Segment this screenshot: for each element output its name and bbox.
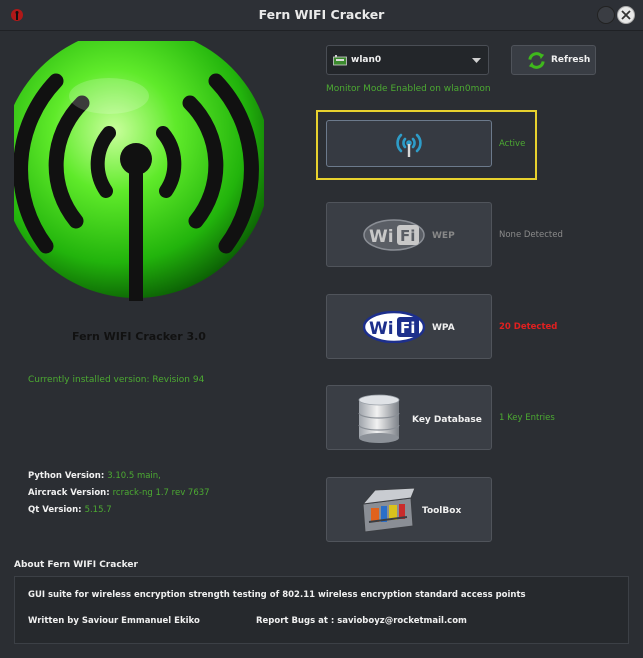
close-icon [621, 10, 631, 20]
about-panel: GUI suite for wireless encryption streng… [14, 576, 629, 644]
minimize-button[interactable] [597, 6, 615, 24]
aircrack-version-row: Aircrack Version: rcrack-ng 1.7 rev 7637 [28, 488, 210, 498]
key-database-button[interactable]: Key Database [326, 385, 492, 450]
refresh-icon [528, 52, 545, 69]
svg-text:Fi: Fi [400, 227, 415, 245]
aircrack-version-label: Aircrack Version: [28, 488, 110, 498]
wifi-logo-icon: Wi Fi [363, 219, 425, 251]
window-title: Fern WIFI Cracker [258, 7, 385, 22]
wpa-button[interactable]: Wi Fi WPA [326, 294, 492, 359]
qt-version-label: Qt Version: [28, 505, 82, 515]
toolbox-icon [361, 487, 416, 533]
about-author: Written by Saviour Emmanuel Ekiko [28, 616, 200, 626]
interface-select[interactable]: wlan0 [326, 45, 489, 75]
toolbox-label: ToolBox [422, 506, 462, 516]
wep-button[interactable]: Wi Fi WEP [326, 202, 492, 267]
database-icon [358, 394, 400, 443]
qt-version-row: Qt Version: 5.15.7 [28, 505, 112, 515]
installed-version: Currently installed version: Revision 94 [28, 375, 205, 385]
wifi-signal-icon [396, 133, 422, 157]
wifi-logo-icon: Wi Fi [363, 311, 425, 343]
chevron-down-icon [472, 58, 481, 63]
network-adapter-icon [333, 55, 347, 66]
svg-text:Wi: Wi [369, 319, 394, 339]
refresh-label: Refresh [551, 55, 591, 65]
fern-logo [14, 41, 264, 301]
wpa-status: 20 Detected [499, 322, 558, 332]
scan-button[interactable] [326, 120, 492, 167]
python-version-value: 3.10.5 main, [107, 471, 161, 481]
interface-selected: wlan0 [351, 55, 382, 65]
qt-version-value: 5.15.7 [84, 505, 112, 515]
refresh-button[interactable]: Refresh [511, 45, 596, 75]
about-heading: About Fern WIFI Cracker [14, 560, 138, 570]
title-bar: Fern WIFI Cracker [0, 0, 643, 31]
svg-text:Wi: Wi [369, 227, 394, 247]
wep-status: None Detected [499, 230, 563, 240]
key-database-status: 1 Key Entries [499, 413, 555, 423]
python-version-row: Python Version: 3.10.5 main, [28, 471, 161, 481]
wpa-label: WPA [432, 323, 455, 333]
wep-label: WEP [432, 231, 455, 241]
aircrack-version-value: rcrack-ng 1.7 rev 7637 [112, 488, 210, 498]
toolbox-button[interactable]: ToolBox [326, 477, 492, 542]
app-version-title: Fern WIFI Cracker 3.0 [72, 330, 206, 343]
python-version-label: Python Version: [28, 471, 105, 481]
scan-status: Active [499, 139, 526, 149]
key-database-label: Key Database [412, 415, 482, 425]
close-button[interactable] [617, 6, 635, 24]
about-report-bugs: Report Bugs at : savioboyz@rocketmail.co… [256, 616, 467, 626]
about-description: GUI suite for wireless encryption streng… [28, 590, 526, 600]
svg-text:Fi: Fi [400, 319, 415, 337]
monitor-mode-status: Monitor Mode Enabled on wlan0mon [326, 84, 491, 94]
